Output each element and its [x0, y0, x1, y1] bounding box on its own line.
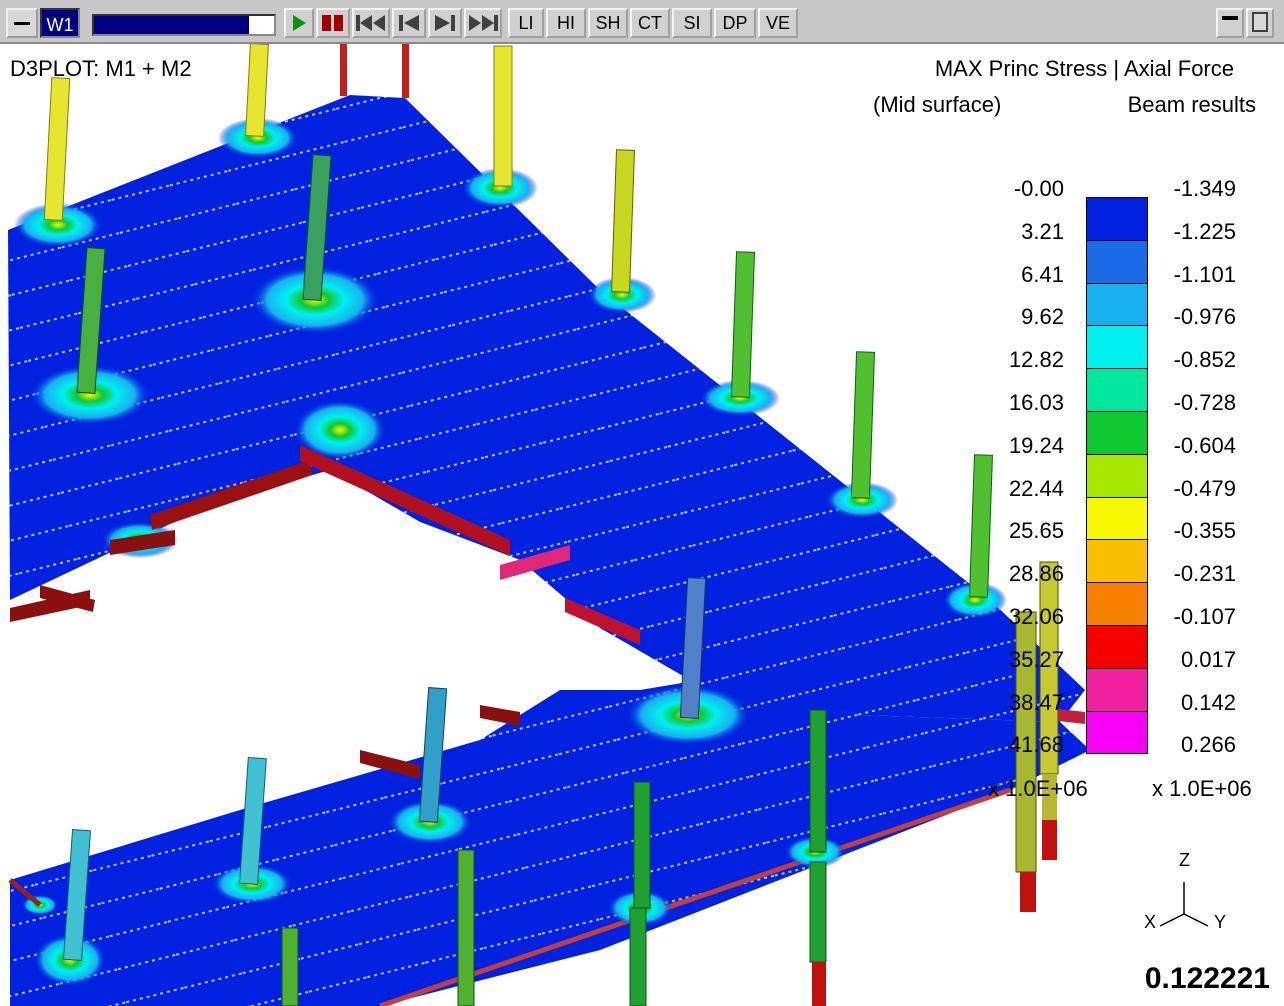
- legend-swatch: [1086, 582, 1148, 626]
- first-frame-button[interactable]: [352, 8, 390, 38]
- legend-axial-force-value: -0.479: [1173, 475, 1236, 501]
- scale-factor-left: x 1.0E+06: [988, 776, 1088, 801]
- legend-stress-value: 28.86: [1008, 561, 1064, 587]
- tab-ct[interactable]: CT: [630, 8, 670, 38]
- legend-axial-force-value: 0.142: [1180, 689, 1236, 715]
- legend-axial-force-value: -0.604: [1173, 432, 1236, 458]
- skip-to-end-icon: [469, 15, 498, 31]
- last-frame-button[interactable]: [464, 8, 502, 38]
- tab-sh[interactable]: SH: [588, 8, 628, 38]
- legend-stress-value: 41.68: [1008, 732, 1064, 758]
- play-icon: [293, 15, 306, 31]
- legend-axial-force-value: -0.355: [1173, 518, 1236, 544]
- legend-axial-force-value: -0.231: [1173, 561, 1236, 587]
- legend-stress-value: 19.24: [1008, 432, 1064, 458]
- axis-z-label: Z: [1179, 850, 1190, 870]
- tab-ve[interactable]: VE: [758, 8, 798, 38]
- legend-stress-value: 16.03: [1008, 390, 1064, 415]
- legend-swatch: [1086, 411, 1148, 455]
- legend-swatch: [1086, 325, 1148, 370]
- legend-stress-value: 12.82: [1008, 347, 1064, 373]
- legend-swatch: [1086, 368, 1148, 412]
- legend-swatch: [1086, 453, 1148, 498]
- tab-hi[interactable]: HI: [546, 8, 586, 38]
- tab-si[interactable]: SI: [672, 8, 712, 38]
- maximize-icon: [1252, 12, 1268, 32]
- axis-triad: Z X Y: [1144, 850, 1226, 932]
- legend-swatch: [1086, 710, 1148, 755]
- simulation-time: 0.122221: [1144, 962, 1270, 995]
- step-forward-icon: [435, 15, 455, 31]
- window-label[interactable]: W1: [40, 8, 80, 38]
- minimize-icon: [1222, 16, 1238, 20]
- play-button[interactable]: [284, 8, 314, 38]
- tab-dp[interactable]: DP: [714, 8, 756, 38]
- maximize-button[interactable]: [1246, 8, 1274, 38]
- lower-floor-slab: [10, 680, 1090, 1006]
- tab-li[interactable]: LI: [508, 8, 544, 38]
- legend-axial-force-value: -1.225: [1173, 218, 1236, 244]
- minimize-button[interactable]: [1216, 8, 1244, 38]
- legend-stress-value: 3.21: [1021, 218, 1064, 244]
- legend-swatch: [1086, 197, 1148, 241]
- legend-axial-force-value: -1.101: [1173, 261, 1236, 287]
- toolbar: W1 LI HI SH CT SI DP VE: [0, 0, 1284, 44]
- legend-stress-value: 6.41: [1021, 261, 1064, 287]
- legend-stress-value: 25.65: [1008, 518, 1064, 544]
- legend-axial-force-value: -1.349: [1173, 176, 1236, 201]
- axis-x-label: X: [1144, 912, 1156, 932]
- legend-axial-force-value: -0.976: [1173, 304, 1236, 330]
- legend-stress-value: 35.27: [1008, 646, 1064, 672]
- legend-stress-value: 38.47: [1008, 689, 1064, 715]
- legend-axial-force-value: 0.017: [1180, 646, 1236, 672]
- legend-swatch: [1086, 282, 1148, 327]
- d3plot-window: W1 LI HI SH CT SI DP VE D3PLOT: M1 + M2 …: [0, 0, 1284, 1006]
- upper-floor-slab: [8, 95, 1085, 722]
- legend-swatch: [1086, 539, 1148, 584]
- legend-axial-force-value: -0.728: [1173, 390, 1236, 415]
- contour-header: MAX Princ Stress | Axial Force: [934, 56, 1234, 81]
- plot-title: D3PLOT: M1 + M2: [10, 56, 192, 81]
- legend-swatch: [1086, 625, 1148, 669]
- previous-frame-button[interactable]: [392, 8, 426, 38]
- legend-stress-value: 9.62: [1021, 304, 1064, 330]
- scale-factor-right: x 1.0E+06: [1152, 776, 1252, 801]
- legend-swatch: [1086, 496, 1148, 541]
- subheader-mid-surface: (Mid surface): [873, 92, 1002, 117]
- legend-swatch: [1086, 667, 1148, 712]
- legend-axial-force-value: -0.107: [1173, 604, 1236, 629]
- step-back-icon: [399, 15, 419, 31]
- legend-stress-value: 32.06: [1008, 604, 1064, 629]
- legend-stress-value: -0.00: [1013, 176, 1064, 201]
- legend-axial-force-value: 0.266: [1180, 732, 1236, 758]
- stop-button[interactable]: [316, 8, 350, 38]
- stop-icon: [322, 15, 343, 31]
- system-menu-button[interactable]: [6, 8, 38, 38]
- skip-to-start-icon: [356, 15, 385, 31]
- legend-axial-force-value: -0.852: [1173, 347, 1236, 373]
- subheader-beam-results: Beam results: [1127, 92, 1256, 117]
- next-frame-button[interactable]: [428, 8, 462, 38]
- animation-progress-bar[interactable]: [92, 14, 276, 36]
- axis-y-label: Y: [1214, 912, 1226, 932]
- legend-stress-value: 22.44: [1008, 475, 1064, 501]
- legend-swatch: [1086, 239, 1148, 284]
